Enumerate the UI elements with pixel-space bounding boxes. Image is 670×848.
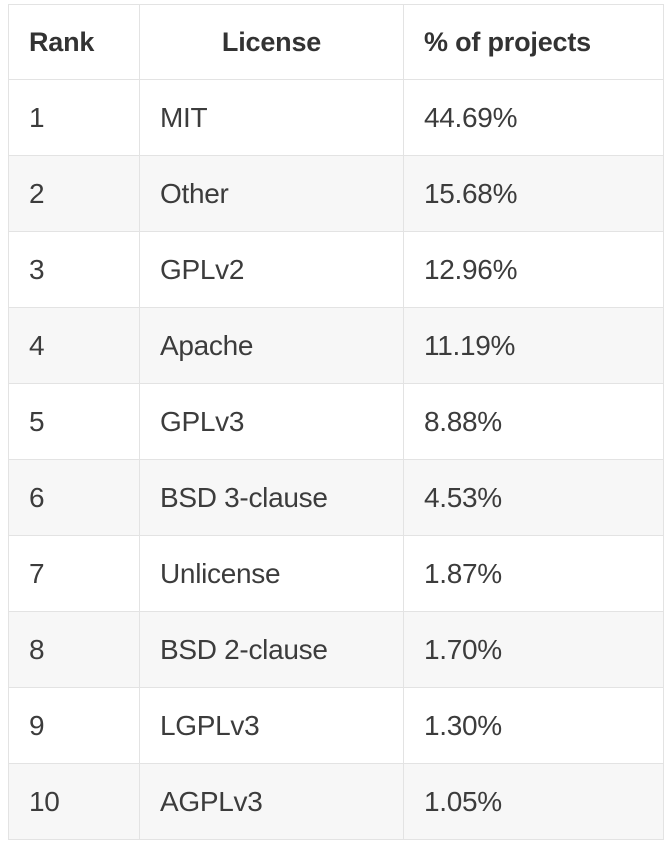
table-row: 10AGPLv31.05% bbox=[9, 764, 664, 840]
table-row: 7Unlicense1.87% bbox=[9, 536, 664, 612]
cell-license: BSD 2-clause bbox=[140, 612, 404, 688]
cell-rank: 1 bbox=[9, 80, 140, 156]
cell-rank: 9 bbox=[9, 688, 140, 764]
table-row: 3GPLv212.96% bbox=[9, 232, 664, 308]
cell-percent: 1.70% bbox=[404, 612, 664, 688]
table-header-row: Rank License % of projects bbox=[9, 5, 664, 80]
cell-rank: 7 bbox=[9, 536, 140, 612]
column-header-rank: Rank bbox=[9, 5, 140, 80]
cell-percent: 1.30% bbox=[404, 688, 664, 764]
cell-percent: 8.88% bbox=[404, 384, 664, 460]
license-ranking-table-container: Rank License % of projects 1MIT44.69%2Ot… bbox=[8, 4, 663, 840]
license-ranking-table: Rank License % of projects 1MIT44.69%2Ot… bbox=[8, 4, 664, 840]
table-row: 6BSD 3-clause4.53% bbox=[9, 460, 664, 536]
cell-license: AGPLv3 bbox=[140, 764, 404, 840]
table-body: 1MIT44.69%2Other15.68%3GPLv212.96%4Apach… bbox=[9, 80, 664, 840]
table-row: 2Other15.68% bbox=[9, 156, 664, 232]
cell-rank: 4 bbox=[9, 308, 140, 384]
cell-percent: 4.53% bbox=[404, 460, 664, 536]
table-row: 5GPLv38.88% bbox=[9, 384, 664, 460]
cell-rank: 6 bbox=[9, 460, 140, 536]
cell-percent: 12.96% bbox=[404, 232, 664, 308]
cell-rank: 5 bbox=[9, 384, 140, 460]
cell-rank: 8 bbox=[9, 612, 140, 688]
cell-percent: 1.05% bbox=[404, 764, 664, 840]
cell-rank: 10 bbox=[9, 764, 140, 840]
cell-license: GPLv3 bbox=[140, 384, 404, 460]
cell-percent: 1.87% bbox=[404, 536, 664, 612]
table-row: 1MIT44.69% bbox=[9, 80, 664, 156]
column-header-percent: % of projects bbox=[404, 5, 664, 80]
table-header: Rank License % of projects bbox=[9, 5, 664, 80]
cell-license: BSD 3-clause bbox=[140, 460, 404, 536]
cell-rank: 3 bbox=[9, 232, 140, 308]
cell-license: LGPLv3 bbox=[140, 688, 404, 764]
cell-license: Unlicense bbox=[140, 536, 404, 612]
table-row: 4Apache11.19% bbox=[9, 308, 664, 384]
cell-license: Other bbox=[140, 156, 404, 232]
cell-rank: 2 bbox=[9, 156, 140, 232]
column-header-license: License bbox=[140, 5, 404, 80]
table-row: 9LGPLv31.30% bbox=[9, 688, 664, 764]
cell-license: MIT bbox=[140, 80, 404, 156]
cell-license: GPLv2 bbox=[140, 232, 404, 308]
cell-license: Apache bbox=[140, 308, 404, 384]
cell-percent: 15.68% bbox=[404, 156, 664, 232]
table-row: 8BSD 2-clause1.70% bbox=[9, 612, 664, 688]
cell-percent: 44.69% bbox=[404, 80, 664, 156]
cell-percent: 11.19% bbox=[404, 308, 664, 384]
